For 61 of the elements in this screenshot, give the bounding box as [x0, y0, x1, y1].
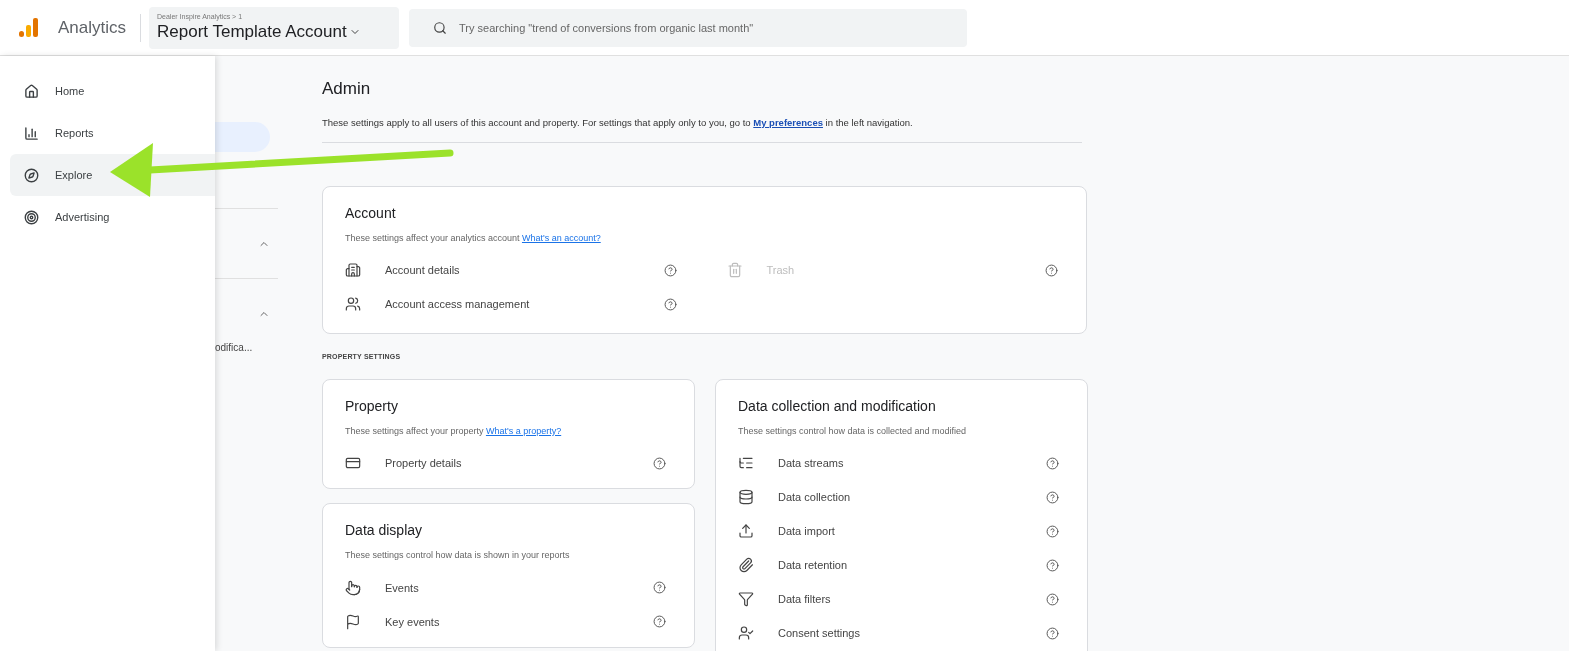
help-icon[interactable] [663, 297, 677, 311]
help-icon[interactable] [1046, 456, 1059, 470]
card-title: Property [345, 396, 399, 416]
help-link[interactable]: What's a property? [485, 425, 562, 436]
setting-link[interactable]: Data import [778, 523, 835, 540]
setting-link[interactable]: Property details [385, 455, 462, 472]
setting-link[interactable]: Data collection [778, 489, 851, 506]
card-title: Data collection and modification [738, 396, 937, 416]
nav-item[interactable]: Reports [10, 112, 215, 154]
help-icon[interactable] [1046, 524, 1059, 538]
filter-icon [738, 591, 754, 608]
target-icon [24, 209, 39, 225]
setting-link[interactable]: Consent settings [778, 625, 860, 642]
pointer-hand-icon [345, 579, 361, 596]
people-icon [345, 296, 361, 313]
search-icon [433, 20, 448, 35]
help-icon[interactable] [1046, 592, 1059, 606]
paperclip-icon [738, 557, 754, 574]
card-title: Data display [345, 521, 424, 541]
help-icon[interactable] [1046, 490, 1059, 504]
setting-link[interactable]: Account details [385, 262, 460, 279]
help-icon[interactable] [1046, 558, 1059, 572]
setting-link[interactable]: Key events [385, 613, 440, 630]
sidebar-item[interactable]: odifica... [215, 340, 278, 355]
trash-icon [726, 262, 743, 279]
help-icon[interactable] [653, 456, 666, 470]
setting-link[interactable]: Data retention [778, 557, 848, 574]
card-description: These settings affect your property [345, 425, 484, 436]
page-description: in the left navigation. [825, 116, 913, 128]
selected-pill [215, 122, 270, 152]
flag-icon [345, 613, 361, 630]
help-icon[interactable] [1045, 263, 1058, 277]
card-description: These settings control how data is shown in your reports [345, 550, 570, 561]
setting-link[interactable]: Data filters [778, 591, 831, 608]
help-icon[interactable] [1046, 626, 1059, 640]
nav-item[interactable]: Advertising [10, 196, 215, 238]
setting-link[interactable]: Account access management [385, 296, 530, 313]
building-icon [345, 262, 361, 279]
account-name: Report Template Account [157, 21, 347, 43]
nav-item[interactable]: Home [10, 70, 215, 112]
card-description: These settings control how data is collected and modified [738, 425, 967, 436]
analytics-logo-icon [18, 16, 40, 39]
help-link[interactable]: What's an account? [521, 232, 601, 243]
card-description: These settings affect your analytics account [345, 232, 520, 243]
upload-icon [738, 523, 754, 540]
preferences-link[interactable]: My preferences [753, 116, 823, 128]
help-icon[interactable] [653, 581, 666, 595]
setting-link[interactable]: Data streams [778, 455, 844, 472]
compass-icon [24, 167, 39, 183]
card-title: Account [345, 203, 397, 223]
search-field[interactable]: Try searching "trend of conversions from organic last month" [409, 8, 968, 47]
help-icon[interactable] [653, 615, 666, 629]
help-icon[interactable] [663, 263, 677, 277]
home-icon [24, 83, 39, 99]
bar-chart-icon [24, 125, 39, 141]
page-description: These settings apply to all users of this account and property. For settings that apply only to you, go to [322, 116, 751, 128]
setting-link[interactable]: Events [385, 579, 419, 596]
page-title: Admin [322, 78, 372, 100]
database-icon [738, 489, 754, 506]
app-name: Analytics [58, 16, 127, 39]
user-check-icon [738, 625, 754, 642]
